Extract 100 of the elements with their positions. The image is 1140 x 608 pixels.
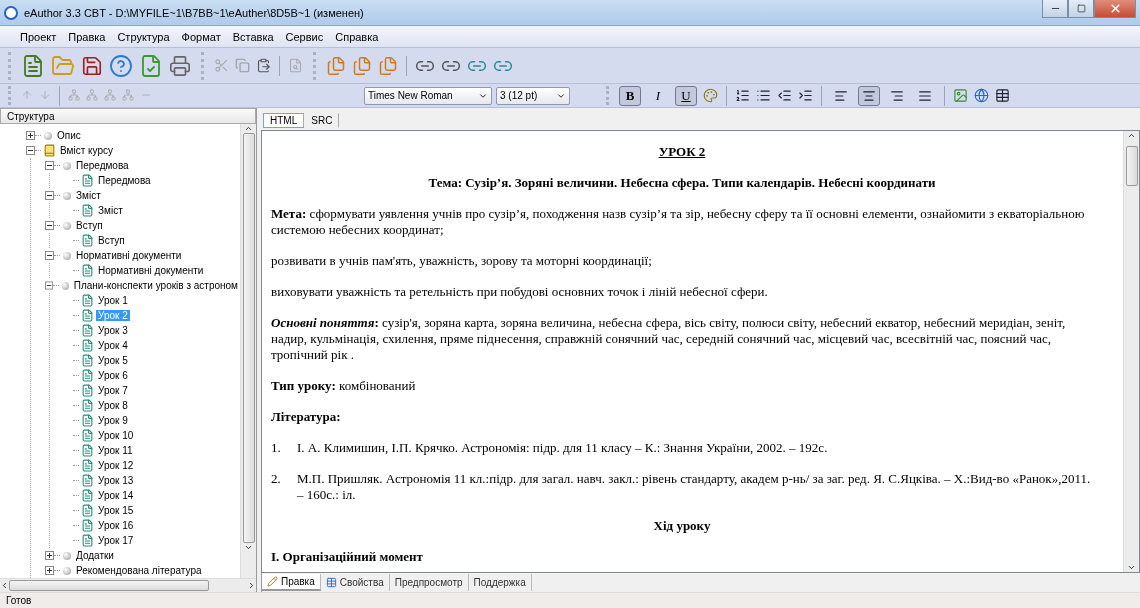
globe-icon[interactable] [974,88,989,103]
outdent-icon[interactable] [777,88,792,103]
paste-icon[interactable] [256,58,271,73]
bottom-tab[interactable]: Правка [262,574,321,591]
font-size-dropdown[interactable]: 3 (12 pt) [496,86,570,105]
underline-button[interactable]: U [675,85,697,106]
check-document-icon[interactable] [139,53,163,78]
document-icon [81,489,94,502]
scroll-up-icon[interactable] [1127,131,1136,140]
save-icon[interactable] [81,54,103,77]
panel-title: Структура [0,108,256,124]
editor-tab[interactable]: HTML [263,113,305,128]
scroll-left-icon[interactable] [0,581,9,590]
tree-item[interactable]: Урок 11 [96,445,135,456]
tree-item[interactable]: Урок 9 [96,415,130,426]
editor-tab[interactable]: SRC [304,113,340,128]
collapse-icon[interactable] [45,251,54,260]
tree-item[interactable]: Опис [55,130,83,141]
tree-item[interactable]: Урок 3 [96,325,130,336]
scroll-thumb[interactable] [1125,146,1138,186]
horizontal-scrollbar[interactable] [0,578,256,592]
maximize-button[interactable] [1068,0,1094,18]
help-icon[interactable] [109,53,133,78]
scroll-thumb[interactable] [242,133,255,543]
collapse-icon[interactable] [26,146,35,155]
scroll-right-icon[interactable] [247,581,256,590]
bullet-list-icon[interactable] [756,88,771,103]
tree-item[interactable]: Вступ [96,235,127,246]
font-dropdown[interactable]: Times New Roman [364,86,492,105]
scroll-up-icon[interactable] [244,124,253,133]
tree-item[interactable]: Передмова [96,175,153,186]
image-icon[interactable] [953,88,968,103]
tree-node-icon[interactable] [104,89,116,102]
pages-icon[interactable] [326,55,346,76]
collapse-icon[interactable] [45,281,54,290]
collapse-icon[interactable] [45,221,54,230]
color-icon[interactable] [703,88,718,103]
tree-item[interactable]: Додатки [74,550,116,561]
tree-item[interactable]: Нормативні документи [74,250,184,261]
tree-item[interactable]: Урок 12 [96,460,136,471]
list-number: 2. [271,471,282,488]
document-icon [81,324,94,337]
menu-item[interactable]: Проект [14,30,63,43]
tree-item[interactable]: Урок 14 [96,490,136,501]
tree-node-icon[interactable] [68,89,80,102]
document-title: Тема: Сузір’я. Зоряні величини. Небесна сфера. Типи календарів. Небесні координати [427,175,937,191]
menu-item[interactable]: Справка [329,30,385,43]
tree-item[interactable]: Плани-конспекти уроків з астроном [71,280,240,291]
scrollbar[interactable] [240,124,256,578]
pages-icon[interactable] [378,55,398,76]
scroll-down-icon[interactable] [244,543,253,552]
menu-item[interactable]: Формат [175,30,227,43]
pages-icon[interactable] [352,55,372,76]
collapse-icon[interactable] [45,191,54,200]
tree-item[interactable]: Зміст [74,190,103,201]
tree-item[interactable]: Рекомендована література [74,565,204,576]
sphere-icon [63,191,71,200]
indent-icon[interactable] [798,88,813,103]
close-button[interactable] [1094,0,1136,18]
scroll-down-icon[interactable] [1127,563,1136,572]
bottom-tab[interactable]: Свойства [320,574,390,591]
scroll-thumb[interactable] [9,580,209,591]
menu-item[interactable]: Правка [62,30,112,43]
tree-item[interactable]: Урок 5 [96,355,130,366]
printer-icon[interactable] [169,54,191,77]
expand-icon[interactable] [45,566,54,575]
bottom-tab[interactable]: Предпросмотр [389,574,469,591]
new-document-icon[interactable] [21,53,45,78]
numbered-list-icon[interactable] [735,88,750,103]
tree-item[interactable]: Вміст курсу [58,145,115,156]
menu-item[interactable]: Вставка [226,30,280,43]
tree-item[interactable]: Урок 6 [96,370,130,381]
tree-item[interactable]: Урок 17 [96,535,136,546]
tree-item[interactable]: Урок 4 [96,340,130,351]
italic-button[interactable]: I [647,85,669,106]
tree-item[interactable]: Урок 10 [96,430,136,441]
document-icon [81,504,94,517]
tree-item[interactable]: Передмова [74,160,131,171]
bold-button[interactable]: B [619,85,641,106]
minimize-button[interactable] [1042,0,1068,18]
tree-item[interactable]: Урок 13 [96,475,136,486]
tree-item[interactable]: Урок 16 [96,520,136,531]
expand-icon[interactable] [26,131,35,140]
tree-node-icon[interactable] [86,89,98,102]
align-center-icon[interactable] [858,85,880,106]
tree-item[interactable]: Зміст [96,205,125,216]
collapse-icon[interactable] [45,161,54,170]
tree-item[interactable]: Вступ [74,220,105,231]
expand-icon[interactable] [45,551,54,560]
tree-item[interactable]: Урок 8 [96,400,130,411]
menu-item[interactable]: Сервис [279,30,330,43]
bottom-tab[interactable]: Поддержка [468,574,532,591]
tree-item[interactable]: Урок 15 [96,505,136,516]
tree-item[interactable]: Урок 1 [96,295,130,306]
tree-item[interactable]: Урок 7 [96,385,130,396]
menu-item[interactable]: Структура [111,30,176,43]
tree-item[interactable]: Нормативні документи [96,265,206,276]
scrollbar[interactable] [1123,131,1139,572]
tree-node-icon[interactable] [122,89,134,102]
table-icon[interactable] [995,88,1010,103]
